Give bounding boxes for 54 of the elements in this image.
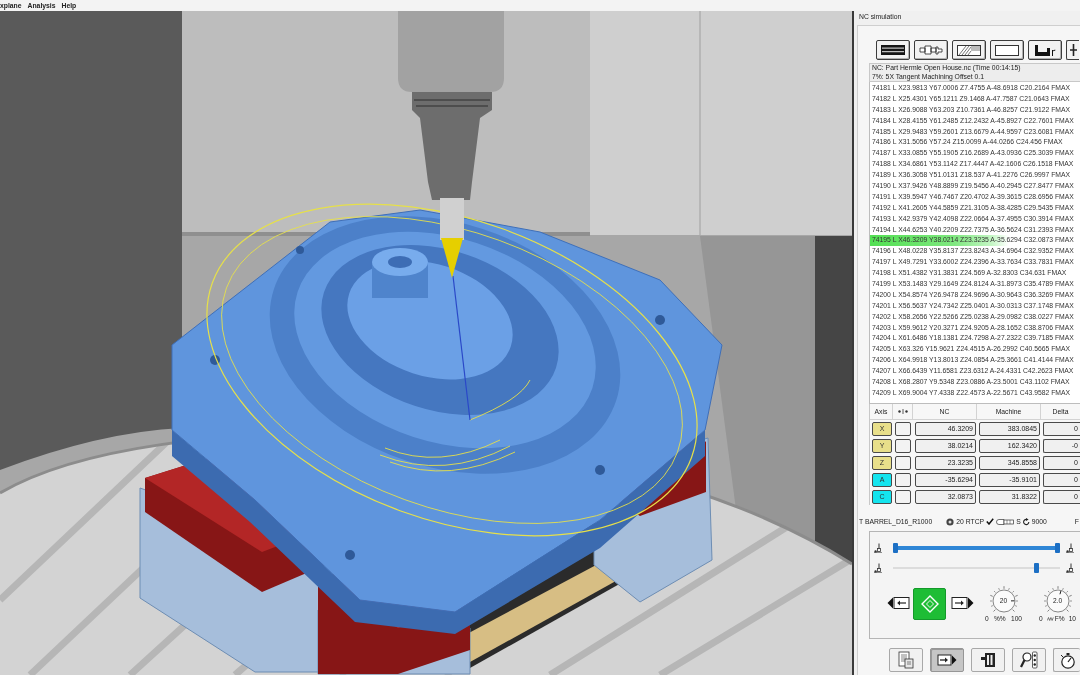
tool-marker-icon	[874, 563, 882, 573]
bolt-hole	[210, 355, 220, 365]
toolbar-button[interactable]	[914, 40, 948, 60]
step-forward-button[interactable]	[951, 596, 974, 610]
step-into-icon	[937, 654, 957, 666]
toolbar-button[interactable]	[1066, 40, 1079, 60]
rotate-icon	[1022, 517, 1030, 526]
toolbar-button[interactable]	[876, 40, 910, 60]
hatched-block-icon	[957, 44, 981, 56]
rectangle-icon	[995, 44, 1019, 56]
dial-knob[interactable]	[1041, 586, 1074, 615]
toolbar-button[interactable]	[952, 40, 986, 60]
toolbar-button[interactable]	[990, 40, 1024, 60]
report-icon	[898, 651, 914, 669]
bolt-hole	[296, 246, 304, 254]
step-forward-icon	[951, 596, 974, 610]
bolt-hole	[655, 315, 665, 325]
wave-icon	[1046, 617, 1054, 621]
stacked-lines-icon	[881, 45, 905, 55]
slider-thumb[interactable]	[1034, 563, 1040, 573]
dots-bar-icon	[897, 409, 908, 414]
slider-thumb[interactable]	[1055, 543, 1060, 553]
tool-holder-icon	[996, 518, 1015, 525]
toolbar-button[interactable]	[1028, 40, 1062, 60]
magnifier-dots-icon	[1020, 651, 1038, 669]
axis-checkbox[interactable]	[895, 421, 911, 436]
tool-marker-icon	[1066, 543, 1074, 553]
wheel-icon	[946, 517, 955, 526]
dial-knob[interactable]	[987, 586, 1020, 615]
step-back-button[interactable]	[887, 596, 910, 610]
fixture-icon	[1034, 44, 1056, 56]
toolbar-button[interactable]	[1012, 648, 1046, 672]
bolt-hole	[345, 550, 355, 560]
play-button[interactable]	[913, 588, 946, 620]
axis-checkbox[interactable]	[895, 489, 911, 504]
toolbar-button[interactable]	[1053, 648, 1080, 672]
step-back-icon	[887, 596, 910, 610]
tool-marker-icon	[874, 543, 882, 553]
slider-thumb[interactable]	[893, 543, 898, 553]
diamond-icon	[920, 595, 939, 613]
stopwatch-icon	[1059, 651, 1076, 669]
cross-icon	[1070, 44, 1077, 56]
toolbar-button[interactable]	[971, 648, 1005, 672]
bolt-hole	[595, 465, 605, 475]
tool-marker-icon	[1066, 563, 1074, 573]
tool-holder-icon	[919, 45, 943, 55]
nc-code-list[interactable]	[869, 82, 1080, 404]
axis-checkbox[interactable]	[895, 472, 911, 487]
cabinet-icon	[980, 652, 996, 668]
range-slider-track[interactable]	[893, 542, 1060, 554]
axis-checkbox[interactable]	[895, 438, 911, 453]
axis-checkbox[interactable]	[895, 455, 911, 470]
toolbar-button[interactable]	[930, 648, 964, 672]
bore-hole	[388, 256, 412, 268]
